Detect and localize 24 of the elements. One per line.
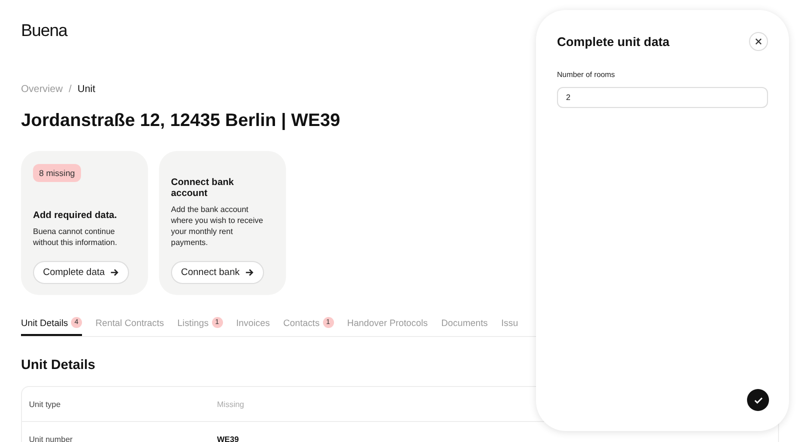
checkmark-icon: [754, 396, 762, 404]
page-title: Jordanstraße 12, 12435 Berlin | WE39: [21, 110, 340, 131]
card-button[interactable]: Complete data: [33, 261, 129, 284]
close-icon: [755, 38, 762, 45]
card-text: Add the bank account where you wish to receive your monthly rent payments.: [171, 204, 264, 248]
card-heading: Connect bank account: [171, 177, 235, 199]
confirm-button[interactable]: [747, 389, 769, 411]
card-text: Buena cannot continue without this information.: [33, 226, 118, 248]
field-value: WE39: [217, 434, 239, 442]
missing-badge: 8 missing: [33, 164, 81, 182]
card-heading: Add required data.: [33, 210, 118, 221]
panel-title: Complete unit data: [557, 34, 670, 48]
field-label: Unit type: [28, 400, 62, 408]
breadcrumb-separator: /: [68, 84, 72, 95]
section-title: Unit Details: [21, 357, 96, 372]
arrow-right-icon: [244, 268, 254, 277]
logo[interactable]: Buena: [21, 21, 68, 41]
arrow-right-icon: [110, 268, 119, 277]
close-button[interactable]: [749, 32, 768, 51]
field-label: Unit number: [28, 434, 74, 442]
input-field[interactable]: 2: [557, 87, 768, 108]
breadcrumb-link[interactable]: Unit: [77, 84, 96, 95]
field-value: Missing: [217, 400, 244, 408]
card-button[interactable]: Connect bank: [171, 261, 264, 284]
